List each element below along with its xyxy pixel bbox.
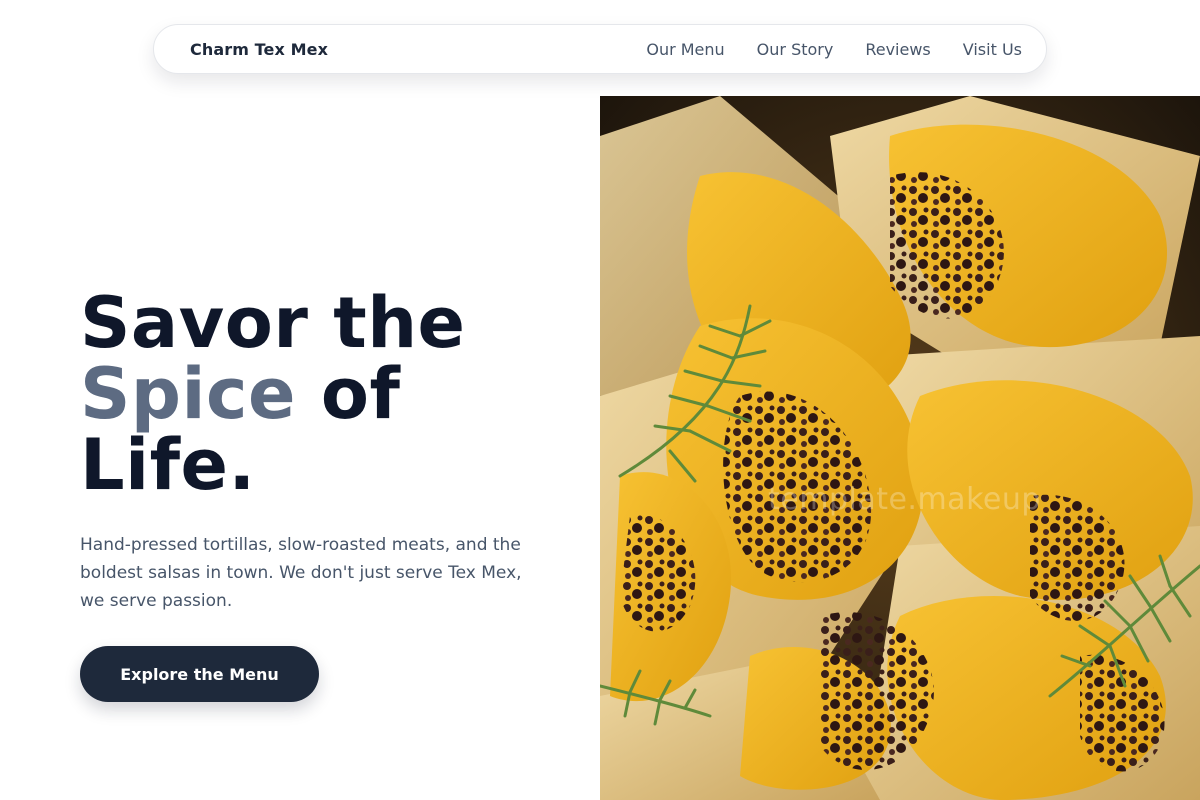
headline-accent-word: Spice [80,353,296,435]
hero-food-image: template.makeup [600,96,1200,800]
nachos-illustration [600,96,1200,800]
nav-link-reviews[interactable]: Reviews [865,40,930,59]
hero-section: Savor the Spice of Life. Hand-pressed to… [80,288,550,615]
explore-menu-button[interactable]: Explore the Menu [80,646,319,702]
hero-headline: Savor the Spice of Life. [80,288,550,501]
nav-links: Our Menu Our Story Reviews Visit Us [646,40,1022,59]
headline-line-3: Life. [80,424,256,506]
nav-link-visit-us[interactable]: Visit Us [963,40,1022,59]
top-navbar: Charm Tex Mex Our Menu Our Story Reviews… [153,24,1047,74]
hero-description: Hand-pressed tortillas, slow-roasted mea… [80,535,522,611]
headline-line-1: Savor the [80,282,466,364]
headline-line-2-rest: of [296,353,401,435]
brand-logo-text[interactable]: Charm Tex Mex [190,40,328,59]
nav-link-our-menu[interactable]: Our Menu [646,40,724,59]
image-watermark-text: template.makeup [768,482,1041,517]
nav-link-our-story[interactable]: Our Story [757,40,834,59]
